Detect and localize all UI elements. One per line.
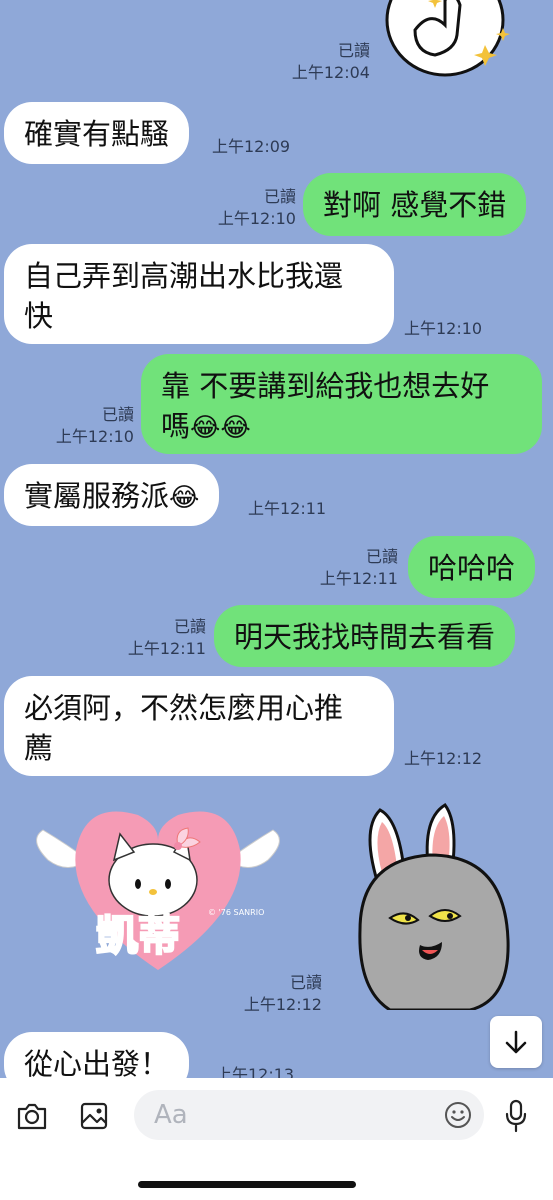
timestamp: 上午12:09	[212, 137, 291, 156]
message-text: 快	[24, 299, 54, 333]
message-text: 對啊 感覺不錯	[323, 188, 507, 222]
outgoing-message[interactable]: 對啊 感覺不錯	[303, 173, 527, 236]
outgoing-message[interactable]: 明天我找時間去看看	[214, 605, 516, 667]
arrow-down-icon	[505, 1030, 527, 1054]
timestamp: 上午12:11	[319, 569, 398, 588]
incoming-message[interactable]: 實屬服務派😂	[4, 464, 220, 526]
timestamp: 上午12:04	[291, 63, 370, 82]
image-button[interactable]	[76, 1098, 112, 1134]
timestamp: 上午12:11	[248, 499, 327, 518]
message-meta: 已讀 上午12:12	[224, 972, 322, 1016]
image-icon	[80, 1102, 108, 1130]
hello-kitty-heart-sticker[interactable]: 凱蒂 © '76 SANRIO	[28, 800, 288, 980]
message-input[interactable]: Aa	[134, 1090, 484, 1140]
read-receipt: 已讀	[101, 405, 134, 424]
thumbs-up-sticker[interactable]	[385, 0, 525, 80]
laughing-emoji-icon: 😂	[169, 483, 200, 513]
composer-bar: Aa	[0, 1078, 553, 1200]
message-meta: 已讀 上午12:11	[108, 616, 206, 660]
read-receipt: 已讀	[173, 617, 206, 636]
outgoing-message[interactable]: 靠 不要講到給我也想去好 嗎😂😂	[141, 354, 542, 454]
message-text: 薦	[24, 731, 54, 765]
timestamp: 上午12:10	[404, 319, 483, 338]
message-text: 從心出發！	[24, 1047, 170, 1078]
timestamp: 上午12:12	[404, 749, 483, 768]
sticker-caption: 凱蒂	[95, 910, 181, 961]
timestamp: 上午12:11	[127, 639, 206, 658]
chat-area[interactable]: 已讀 上午12:04 確實有點騷 上午12:09 已讀 上午12:10 對啊 感…	[0, 0, 553, 1078]
incoming-message[interactable]: 必須阿，不然怎麼用心推 薦	[4, 676, 394, 776]
message-meta: 已讀 上午12:10	[198, 186, 296, 230]
incoming-message[interactable]: 從心出發！	[4, 1032, 190, 1078]
read-receipt: 已讀	[365, 547, 398, 566]
voice-button[interactable]	[500, 1096, 532, 1136]
message-meta: 已讀 上午12:11	[300, 546, 398, 590]
read-receipt: 已讀	[263, 187, 296, 206]
message-text: 靠 不要講到給我也想去好	[161, 369, 490, 403]
message-text: 自己弄到高潮出水比我還	[24, 259, 344, 293]
message-text: 哈哈哈	[428, 551, 516, 585]
outgoing-message[interactable]: 哈哈哈	[408, 536, 536, 598]
timestamp: 上午12:12	[243, 995, 322, 1014]
home-indicator	[138, 1181, 356, 1188]
laughing-emoji-icon: 😂😂	[190, 413, 251, 443]
message-text: 確實有點騷	[24, 117, 170, 151]
camera-icon	[17, 1103, 47, 1130]
timestamp: 上午12:10	[55, 427, 134, 446]
camera-button[interactable]	[14, 1098, 50, 1134]
input-placeholder: Aa	[154, 1100, 188, 1130]
message-text: 實屬服務派	[24, 479, 170, 513]
microphone-icon	[505, 1099, 527, 1133]
message-text: 必須阿，不然怎麼用心推	[24, 691, 344, 725]
timestamp: 上午12:13	[216, 1065, 295, 1078]
message-text: 明天我找時間去看看	[234, 620, 496, 654]
message-text: 嗎	[161, 409, 191, 443]
read-receipt: 已讀	[337, 41, 370, 60]
incoming-message[interactable]: 自己弄到高潮出水比我還 快	[4, 244, 394, 344]
scroll-to-bottom-button[interactable]	[490, 1016, 542, 1068]
emoji-icon[interactable]	[444, 1101, 472, 1129]
message-meta: 已讀 上午12:04	[270, 40, 370, 84]
incoming-message[interactable]: 確實有點騷	[4, 102, 190, 164]
timestamp: 上午12:10	[217, 209, 296, 228]
sticker-copyright: © '76 SANRIO	[208, 908, 265, 917]
read-receipt: 已讀	[289, 973, 322, 992]
cony-rabbit-sticker[interactable]	[350, 800, 520, 1012]
message-meta: 已讀 上午12:10	[36, 404, 134, 448]
